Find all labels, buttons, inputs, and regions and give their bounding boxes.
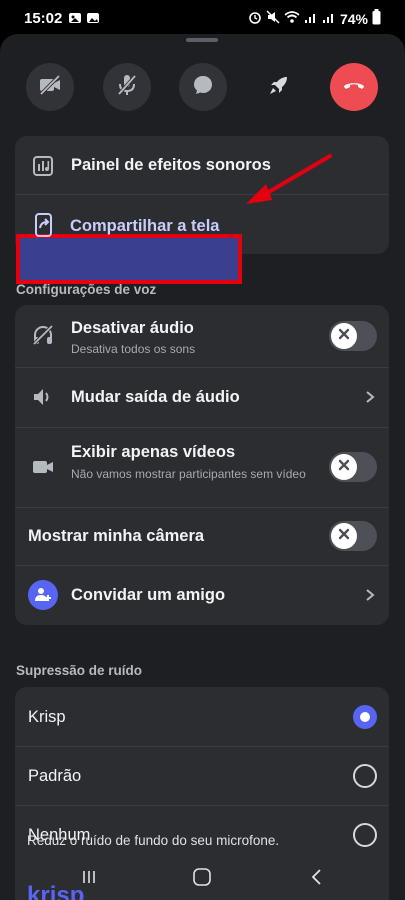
x-icon (338, 527, 350, 545)
noise-option-label: Krisp (28, 708, 66, 726)
audio-output-row[interactable]: Mudar saída de áudio (15, 367, 389, 427)
noise-option-standard[interactable]: Padrão (15, 746, 389, 805)
show-camera-toggle[interactable] (329, 521, 377, 551)
mute-icon (266, 10, 280, 27)
speaker-icon (29, 383, 57, 411)
system-nav-bar (0, 858, 405, 900)
noise-note: Reduz o ruído de fundo do seu microfone. (27, 833, 280, 848)
recent-apps-icon[interactable] (80, 868, 98, 891)
mute-audio-row[interactable]: Desativar áudio Desativa todos os sons (15, 305, 389, 367)
mute-audio-label: Desativar áudio (71, 319, 194, 337)
alarm-icon (248, 10, 262, 27)
invite-friend-label: Convidar um amigo (71, 586, 226, 604)
show-camera-label: Mostrar minha câmera (28, 527, 205, 545)
video-camera-icon (29, 453, 57, 481)
back-icon[interactable] (310, 868, 324, 891)
toggle-knob (331, 323, 357, 349)
radio-unselected[interactable] (353, 823, 377, 847)
mute-audio-sub: Desativa todos os sons (71, 342, 196, 356)
radio-selected[interactable] (353, 705, 377, 729)
noise-suppression-heading: Supressão de ruído (16, 663, 143, 678)
home-icon[interactable] (192, 867, 212, 892)
chevron-right-icon (363, 390, 377, 404)
noise-option-krisp[interactable]: Krisp (15, 687, 389, 746)
radio-unselected[interactable] (353, 764, 377, 788)
audio-output-label: Mudar saída de áudio (71, 388, 240, 406)
wifi-icon (284, 10, 300, 27)
voice-settings-heading: Configurações de voz (16, 282, 157, 297)
call-bottom-sheet: Painel de efeitos sonoros Compartilhar a… (0, 34, 405, 900)
status-bar: 15:02 74% (0, 0, 405, 36)
mute-audio-toggle[interactable] (329, 321, 377, 351)
signal-icon (304, 10, 318, 27)
x-icon (338, 458, 350, 476)
toggle-knob (331, 454, 357, 480)
battery-icon (372, 9, 381, 28)
headphones-off-icon (29, 321, 57, 349)
battery-percent: 74% (339, 10, 368, 27)
invite-friend-row[interactable]: Convidar um amigo (15, 565, 389, 625)
video-only-toggle[interactable] (329, 452, 377, 482)
noise-option-label: Padrão (28, 767, 82, 785)
voice-settings-card: Desativar áudio Desativa todos os sons M… (15, 305, 389, 625)
status-time: 15:02 (24, 10, 63, 27)
video-only-row[interactable]: Exibir apenas vídeos Não vamos mostrar p… (15, 427, 389, 507)
notification-icon (68, 11, 82, 29)
gallery-icon (86, 11, 100, 29)
annotation-arrow (246, 154, 332, 204)
x-icon (338, 327, 350, 345)
add-friend-icon (28, 580, 58, 610)
video-only-label: Exibir apenas vídeos (71, 443, 236, 461)
signal-icon-2 (322, 10, 336, 27)
chevron-right-icon (363, 588, 377, 602)
video-only-sub: Não vamos mostrar participantes sem víde… (71, 467, 306, 481)
toggle-knob (331, 523, 357, 549)
show-camera-row[interactable]: Mostrar minha câmera (15, 507, 389, 565)
